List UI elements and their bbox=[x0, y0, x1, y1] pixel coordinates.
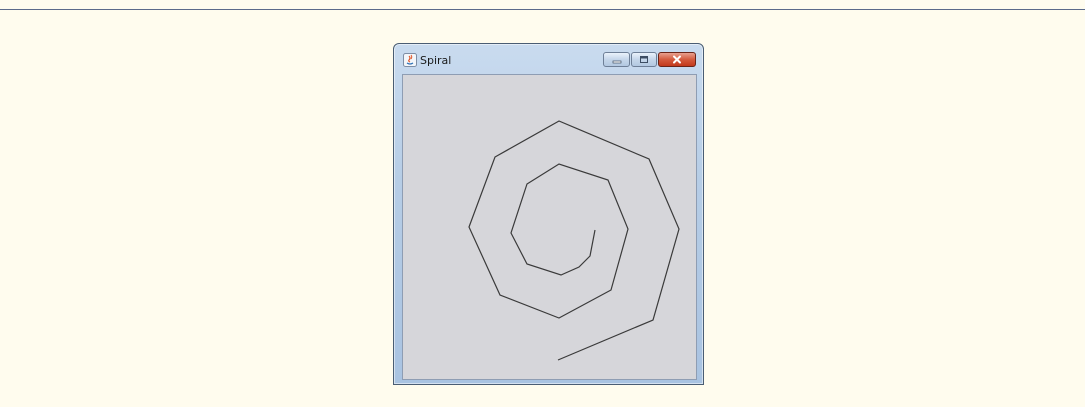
spiral-canvas bbox=[468, 120, 680, 361]
title-bar[interactable]: Spiral bbox=[394, 44, 703, 72]
minimize-button[interactable] bbox=[603, 52, 630, 67]
minimize-icon bbox=[612, 60, 621, 63]
window-title: Spiral bbox=[420, 54, 452, 67]
drawing-panel bbox=[402, 74, 697, 380]
spiral-line bbox=[468, 120, 680, 361]
maximize-icon bbox=[640, 56, 648, 63]
maximize-button[interactable] bbox=[631, 52, 657, 67]
java-app-icon[interactable] bbox=[403, 53, 417, 67]
close-button[interactable] bbox=[658, 52, 696, 67]
spiral-window[interactable]: Spiral bbox=[393, 43, 704, 385]
close-icon bbox=[673, 55, 681, 64]
page-divider bbox=[0, 9, 1085, 10]
